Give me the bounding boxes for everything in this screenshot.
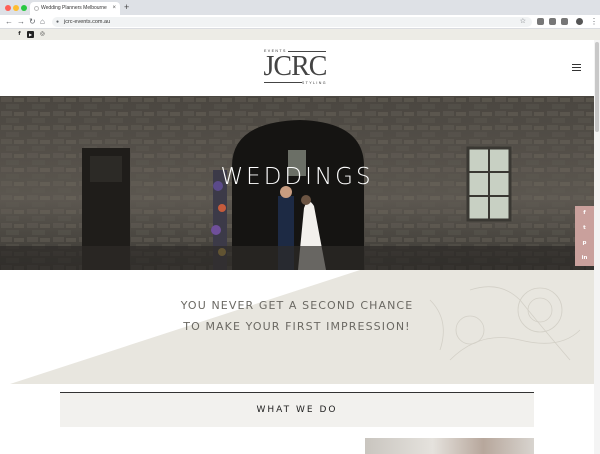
extension-icon[interactable] [561,18,568,25]
logo-rule [264,82,302,83]
reload-icon[interactable]: ↻ [29,17,36,27]
what-we-do-heading-box: WHAT WE DO [60,393,534,427]
page-scrollbar[interactable] [594,40,600,454]
extension-icon[interactable] [549,18,556,25]
browser-tab[interactable]: Wedding Planners Melbourne × [30,2,120,15]
home-icon[interactable]: ⌂ [40,17,45,27]
favicon-icon [34,6,39,11]
url-text: jcrc-events.com.au [64,19,111,25]
logo-brand: JCRC [263,51,328,82]
intro-line-1: YOU NEVER GET A SECOND CHANCE [180,299,414,312]
intro-quote: YOU NEVER GET A SECOND CHANCE TO MAKE YO… [0,295,594,337]
maximize-window-icon[interactable] [21,5,27,11]
hero-banner: WEDDINGS [0,96,594,270]
section-heading: WHAT WE DO [256,405,338,415]
hamburger-menu-icon[interactable] [572,64,581,72]
browser-tab-bar: Wedding Planners Melbourne × + [0,0,600,15]
menu-icon[interactable]: ⋮ [590,17,598,27]
tab-close-icon[interactable]: × [112,2,116,15]
youtube-icon[interactable]: ▶ [27,31,34,38]
close-window-icon[interactable] [5,5,11,11]
instagram-icon[interactable]: ◎ [39,31,46,38]
site-header: EVENTS JCRC STYLING [0,40,600,96]
logo-tag-bottom: STYLING [301,81,327,85]
account-icon[interactable] [576,18,583,25]
hero-title: WEDDINGS [220,164,374,190]
logo[interactable]: EVENTS JCRC STYLING [262,48,328,88]
forward-icon[interactable]: → [17,17,25,27]
back-icon[interactable]: ← [5,17,13,27]
browser-toolbar: ← → ↻ ⌂ ● jcrc-events.com.au ☆ ⋮ [0,15,600,29]
address-bar[interactable]: ● jcrc-events.com.au ☆ [52,17,532,27]
new-tab-button[interactable]: + [124,2,129,13]
tab-title: Wedding Planners Melbourne [41,5,107,11]
minimize-window-icon[interactable] [13,5,19,11]
intro-line-2: TO MAKE YOUR FIRST IMPRESSION! [183,320,411,333]
scrollbar-thumb[interactable] [595,42,599,132]
star-icon[interactable]: ☆ [520,17,526,27]
share-facebook-icon[interactable]: f [575,206,594,221]
facebook-icon[interactable]: f [16,31,23,38]
teaser-image[interactable] [365,438,534,454]
share-pinterest-icon[interactable]: p [575,236,594,251]
extension-icon[interactable] [537,18,544,25]
lock-icon: ● [56,19,60,25]
share-bar: f t p in [575,206,594,266]
share-twitter-icon[interactable]: t [575,221,594,236]
intro-section: YOU NEVER GET A SECOND CHANCE TO MAKE YO… [0,270,594,384]
social-strip: f ▶ ◎ [0,29,600,40]
share-linkedin-icon[interactable]: in [575,251,594,266]
